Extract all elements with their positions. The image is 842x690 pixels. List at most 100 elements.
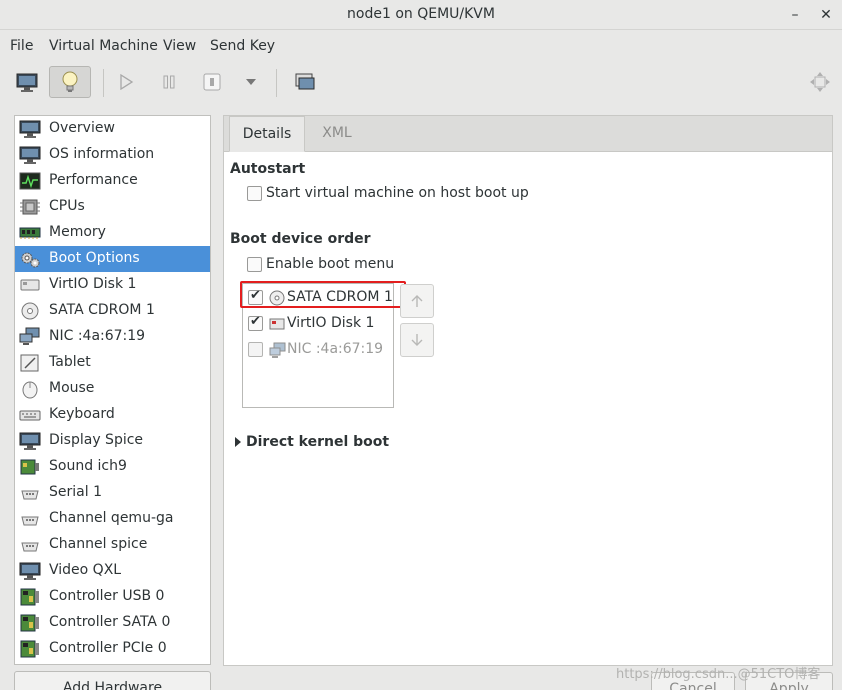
menu-file[interactable]: File [10,38,33,54]
run-button[interactable] [112,66,140,98]
add-hardware-button[interactable]: Add Hardware [14,671,211,690]
serial-port-icon [19,483,41,503]
sidebar-item-label: Sound ich9 [49,458,127,474]
fullscreen-button[interactable] [290,66,320,98]
controller-card-icon [19,613,41,633]
sidebar-item-label: CPUs [49,198,85,214]
sidebar-item-label: Controller PCIe 0 [49,640,167,656]
move-down-button[interactable] [400,323,434,357]
sidebar-item-keyboard[interactable]: Keyboard [15,402,210,428]
menu-virtual-machine[interactable]: Virtual Machine [49,38,158,54]
sidebar-item-sata-cdrom-1[interactable]: SATA CDROM 1 [15,298,210,324]
controller-card-icon [19,639,41,659]
tablet-icon [19,353,41,373]
keyboard-icon [19,405,41,425]
sidebar-item-tablet[interactable]: Tablet [15,350,210,376]
vm-window: node1 on QEMU/KVM – ✕ File Virtual Machi… [0,0,842,690]
hard-disk-icon [269,318,285,330]
sidebar-item-channel-spice[interactable]: Channel spice [15,532,210,558]
cdrom-icon [19,301,41,321]
arrow-down-icon [411,334,423,346]
network-icon [19,327,41,347]
sidebar-item-label: Channel qemu-ga [49,510,174,526]
highlight-box [240,281,406,308]
boot-device-checkbox-nic[interactable] [248,342,263,357]
autostart-checkbox[interactable] [247,186,262,201]
sidebar-item-performance[interactable]: Performance [15,168,210,194]
network-icon [269,342,286,358]
toolbar [0,61,842,105]
lightbulb-icon [62,71,78,92]
sidebar-item-controller-sata-0[interactable]: Controller SATA 0 [15,610,210,636]
console-button[interactable] [10,66,44,98]
sidebar-item-label: Controller USB 0 [49,588,165,604]
sidebar-item-virtio-disk-1[interactable]: VirtIO Disk 1 [15,272,210,298]
sidebar-item-sound-ich9[interactable]: Sound ich9 [15,454,210,480]
sidebar-item-mouse[interactable]: Mouse [15,376,210,402]
details-panel: Details XML Autostart Start virtual mach… [223,115,833,666]
memory-module-icon [19,223,41,243]
sidebar-item-label: Tablet [49,354,91,370]
sidebar-item-controller-pcie-0[interactable]: Controller PCIe 0 [15,636,210,662]
move-up-button[interactable] [400,284,434,318]
sidebar-item-overview[interactable]: Overview [15,116,210,142]
sidebar-item-label: OS information [49,146,155,162]
sidebar-item-display-spice[interactable]: Display Spice [15,428,210,454]
cpu-chip-icon [19,197,41,217]
sidebar-item-serial-1[interactable]: Serial 1 [15,480,210,506]
sidebar-item-cpus[interactable]: CPUs [15,194,210,220]
sidebar-item-nic-4a-67-19[interactable]: NIC :4a:67:19 [15,324,210,350]
menu-bar: File Virtual Machine View Send Key [0,31,842,61]
sidebar-item-label: Overview [49,120,115,136]
play-icon [120,74,134,90]
sidebar-item-label: SATA CDROM 1 [49,302,155,318]
mouse-icon [19,379,41,399]
close-button[interactable]: ✕ [816,5,836,25]
sidebar-item-boot-options[interactable]: Boot Options [15,246,210,272]
details-button[interactable] [49,66,91,98]
sidebar-item-label: Controller SATA 0 [49,614,171,630]
boot-device-checkbox-disk[interactable] [248,314,263,331]
video-icon [19,561,41,581]
shutdown-menu-button[interactable] [240,66,262,98]
sidebar-item-label: Boot Options [49,250,140,266]
hardware-list: Overview OS information Performance CPUs Mem… [14,115,211,665]
tab-details[interactable]: Details [229,116,305,152]
enable-boot-menu-label: Enable boot menu [266,256,395,272]
boot-device-label-disk[interactable]: VirtIO Disk 1 [287,315,374,331]
performance-graph-icon [19,171,41,191]
sidebar-item-label: Display Spice [49,432,144,448]
sidebar-item-label: Performance [49,172,138,188]
minimize-button[interactable]: – [785,5,805,25]
sidebar-item-label: Mouse [49,380,95,396]
tab-xml[interactable]: XML [309,116,365,152]
window-title: node1 on QEMU/KVM [347,6,495,22]
boot-device-label-nic[interactable]: NIC :4a:67:19 [287,341,383,357]
sidebar-item-controller-usb-0[interactable]: Controller USB 0 [15,584,210,610]
arrow-up-icon [411,295,423,307]
pause-button[interactable] [155,66,183,98]
resize-button[interactable] [806,66,834,98]
autostart-heading: Autostart [230,161,306,177]
monitor-info-icon [19,145,41,165]
shutdown-button[interactable] [198,66,226,98]
menu-view[interactable]: View [163,38,196,54]
watermark: https://blog.csdn...@51CTO博客 [616,667,821,682]
sidebar-item-label: Channel spice [49,536,148,552]
move-arrows-icon [810,72,830,92]
menu-send-key[interactable]: Send Key [210,38,275,54]
monitor-icon [16,73,38,92]
chevron-down-icon [246,79,256,85]
boot-gear-icon [19,249,41,269]
sidebar-item-channel-qemu-ga[interactable]: Channel qemu-ga [15,506,210,532]
display-icon [19,431,41,451]
controller-card-icon [19,587,41,607]
sound-card-icon [19,457,41,477]
screens-icon [295,73,315,90]
sidebar-item-os-information[interactable]: OS information [15,142,210,168]
sidebar-item-memory[interactable]: Memory [15,220,210,246]
hard-disk-icon [19,275,41,295]
enable-boot-menu-checkbox[interactable] [247,257,262,272]
channel-icon [19,509,41,529]
sidebar-item-video-qxl[interactable]: Video QXL [15,558,210,584]
